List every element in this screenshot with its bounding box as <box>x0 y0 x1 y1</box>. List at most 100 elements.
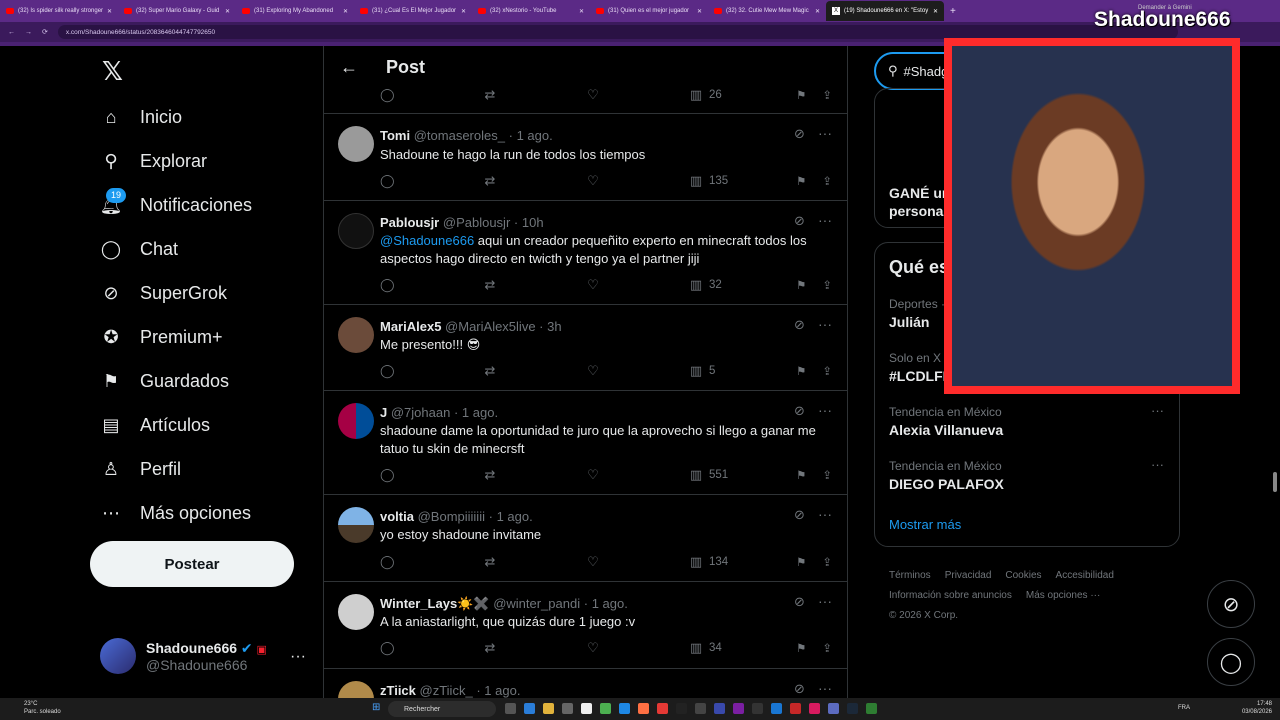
avatar[interactable] <box>338 317 374 353</box>
gemini-hint[interactable]: Demander à Gemini <box>1138 5 1192 11</box>
browser-tab[interactable]: (32) xNestorio - YouTube ✕ <box>472 1 590 21</box>
browser-tab[interactable]: (31) Exploring My Abandoned ✕ <box>236 1 354 21</box>
app-icon[interactable] <box>524 703 535 714</box>
share-icon[interactable]: ⇪ <box>822 364 832 378</box>
grok-icon[interactable]: ⊘ <box>794 126 805 142</box>
trend-item[interactable]: Julián <box>889 314 929 330</box>
steam-icon[interactable] <box>847 703 858 714</box>
reply-tweet[interactable]: voltia @Bompiiiiiii · 1 ago. ⊘ ··· yo es… <box>324 495 847 581</box>
app-icon[interactable] <box>790 703 801 714</box>
browser-tab[interactable]: (31) Quien es el mejor jugador ✕ <box>590 1 708 21</box>
trend-more-icon[interactable]: ··· <box>1151 457 1164 472</box>
app-icon[interactable] <box>752 703 763 714</box>
reply-button[interactable]: ◯ <box>380 88 483 102</box>
start-icon[interactable]: ⊞ <box>372 702 380 713</box>
browser-tab[interactable]: (32) Super Mario Galaxy - Guid ✕ <box>118 1 236 21</box>
reply-button[interactable]: ◯ <box>380 278 483 292</box>
weather-widget[interactable]: 23°C Parc. soleado <box>24 700 61 716</box>
messages-fab-button[interactable]: ◯ <box>1207 638 1255 686</box>
firefox-icon[interactable] <box>638 703 649 714</box>
browser-tab[interactable]: (32) Is spider silk really stronger ✕ <box>0 1 118 21</box>
share-icon[interactable]: ⇪ <box>822 174 832 188</box>
avatar[interactable] <box>338 126 374 162</box>
sidebar-item-guardados[interactable]: ⚑ Guardados <box>100 366 229 396</box>
trend-item[interactable]: DIEGO PALAFOX <box>889 476 1004 492</box>
taskbar-search[interactable]: Rechercher <box>388 701 496 717</box>
app-icon[interactable] <box>695 703 706 714</box>
sidebar-item-supergrok[interactable]: ⊘ SuperGrok <box>100 278 227 308</box>
share-icon[interactable]: ⇪ <box>822 555 832 569</box>
app-icon[interactable] <box>676 703 687 714</box>
repost-button[interactable]: ⇄ <box>483 278 586 292</box>
more-icon[interactable]: ··· <box>818 402 832 418</box>
forward-icon[interactable]: → <box>25 29 32 36</box>
post-button[interactable]: Postear <box>90 541 294 587</box>
app-icon[interactable] <box>771 703 782 714</box>
reload-icon[interactable]: ⟳ <box>42 28 48 36</box>
trend-more-icon[interactable]: ··· <box>1151 403 1164 418</box>
share-icon[interactable]: ⇪ <box>822 468 832 482</box>
like-button[interactable]: ♡ <box>586 468 689 482</box>
bookmark-icon[interactable]: ⚑ <box>796 278 806 292</box>
app-icon[interactable] <box>562 703 573 714</box>
like-button[interactable]: ♡ <box>586 88 689 102</box>
repost-button[interactable]: ⇄ <box>483 468 586 482</box>
views-button[interactable]: ▥ 34 <box>689 641 792 655</box>
more-icon[interactable]: ··· <box>818 593 832 609</box>
more-icon[interactable]: ··· <box>818 316 832 332</box>
views-button[interactable]: ▥ 26 <box>689 88 792 102</box>
grok-icon[interactable]: ⊘ <box>794 594 805 610</box>
trend-item[interactable]: Alexia Villanueva <box>889 422 1003 438</box>
avatar[interactable] <box>338 403 374 439</box>
like-button[interactable]: ♡ <box>586 641 689 655</box>
mention-link[interactable]: @Shadoune666 <box>380 233 474 248</box>
share-icon[interactable]: ⇪ <box>822 88 832 102</box>
app-icon[interactable] <box>828 703 839 714</box>
browser-tab[interactable]: (31) ¿Cual Es El Mejor Jugador ✕ <box>354 1 472 21</box>
more-icon[interactable]: ··· <box>818 680 832 696</box>
close-tab-icon[interactable]: ✕ <box>815 8 820 15</box>
chrome-icon[interactable] <box>600 703 611 714</box>
browser-tab[interactable]: (32) 32. Cutie Mew Mew Magic ✕ <box>708 1 826 21</box>
views-button[interactable]: ▥ 551 <box>689 468 792 482</box>
grok-icon[interactable]: ⊘ <box>794 213 805 229</box>
x-logo-icon[interactable]: 𝕏 <box>102 56 123 87</box>
sidebar-item-mas-opciones[interactable]: ⋯ Más opciones <box>100 498 251 528</box>
reply-button[interactable]: ◯ <box>380 364 483 378</box>
reply-tweet[interactable]: J @7johaan · 1 ago. ⊘ ··· shadoune dame … <box>324 391 847 495</box>
reply-button[interactable]: ◯ <box>380 174 483 188</box>
app-icon[interactable] <box>619 703 630 714</box>
bookmark-icon[interactable]: ⚑ <box>796 364 806 378</box>
grok-icon[interactable]: ⊘ <box>794 317 805 333</box>
repost-button[interactable]: ⇄ <box>483 641 586 655</box>
views-button[interactable]: ▥ 134 <box>689 555 792 569</box>
account-more-icon[interactable]: ··· <box>290 648 306 666</box>
views-button[interactable]: ▥ 135 <box>689 174 792 188</box>
close-tab-icon[interactable]: ✕ <box>933 8 938 15</box>
repost-button[interactable]: ⇄ <box>483 364 586 378</box>
grok-icon[interactable]: ⊘ <box>794 681 805 697</box>
close-tab-icon[interactable]: ✕ <box>225 8 230 15</box>
browser-tab-active[interactable]: X (19) Shadoune666 en X: "Estoy ✕ <box>826 1 944 21</box>
folder-icon[interactable] <box>543 703 554 714</box>
reply-button[interactable]: ◯ <box>380 468 483 482</box>
scrollbar[interactable] <box>1273 472 1277 492</box>
bookmark-icon[interactable]: ⚑ <box>796 88 806 102</box>
clock[interactable]: 17:48 03/08/2026 <box>1242 700 1272 716</box>
app-icon[interactable] <box>714 703 725 714</box>
app-icon[interactable] <box>581 703 592 714</box>
share-icon[interactable]: ⇪ <box>822 641 832 655</box>
tiktok-icon[interactable] <box>809 703 820 714</box>
bookmark-icon[interactable]: ⚑ <box>796 468 806 482</box>
app-icon[interactable] <box>505 703 516 714</box>
reply-tweet[interactable]: Pablousjr @Pablousjr · 10h ⊘ ··· @Shadou… <box>324 201 847 305</box>
reply-tweet[interactable]: MariAlex5 @MariAlex5live · 3h ⊘ ··· Me p… <box>324 305 847 391</box>
sidebar-item-explorar[interactable]: ⚲ Explorar <box>100 146 207 176</box>
app-icon[interactable] <box>657 703 668 714</box>
reply-tweet[interactable]: Winter_Lays☀️✖️ @winter_pandi · 1 ago. ⊘… <box>324 582 847 668</box>
bookmark-icon[interactable]: ⚑ <box>796 174 806 188</box>
like-button[interactable]: ♡ <box>586 174 689 188</box>
new-tab-icon[interactable]: + <box>944 6 956 17</box>
reply-button[interactable]: ◯ <box>380 555 483 569</box>
app-icon[interactable] <box>733 703 744 714</box>
